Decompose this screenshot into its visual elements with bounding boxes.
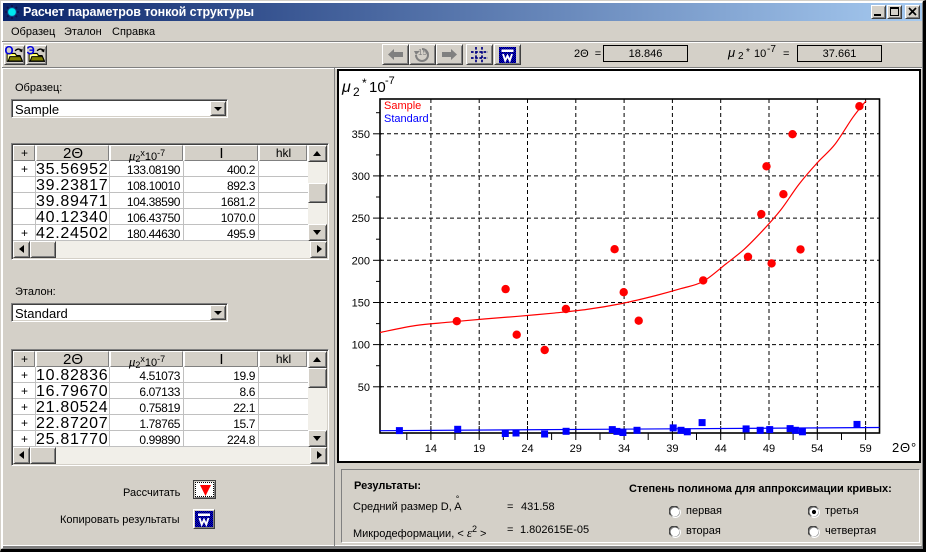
svg-text:-7: -7 (385, 75, 395, 87)
svg-text:350: 350 (352, 129, 370, 141)
svg-text:24: 24 (521, 443, 533, 455)
svg-text:150: 150 (352, 298, 370, 310)
svg-text:μ: μ (341, 79, 351, 96)
svg-text:54: 54 (811, 443, 823, 455)
svg-text:34: 34 (618, 443, 630, 455)
svg-text:19: 19 (473, 443, 485, 455)
svg-text:14: 14 (425, 443, 437, 455)
svg-text:Standard: Standard (384, 113, 429, 125)
svg-text:44: 44 (715, 443, 727, 455)
svg-text:29: 29 (570, 443, 582, 455)
svg-text:*: * (362, 76, 367, 90)
svg-text:15: 15 (418, 48, 427, 57)
svg-text:39: 39 (666, 443, 678, 455)
svg-text:Sample: Sample (384, 100, 421, 112)
svg-text:59: 59 (859, 443, 871, 455)
svg-text:49: 49 (763, 443, 775, 455)
svg-text:2Θ°: 2Θ° (892, 440, 917, 455)
svg-text:О: О (5, 46, 14, 58)
svg-text:2: 2 (353, 85, 360, 99)
svg-text:200: 200 (352, 255, 370, 267)
svg-text:Э: Э (27, 46, 35, 58)
svg-text:10: 10 (369, 79, 386, 96)
svg-text:300: 300 (352, 171, 370, 183)
svg-text:50: 50 (358, 382, 370, 394)
svg-text:100: 100 (352, 340, 370, 352)
svg-text:250: 250 (352, 213, 370, 225)
